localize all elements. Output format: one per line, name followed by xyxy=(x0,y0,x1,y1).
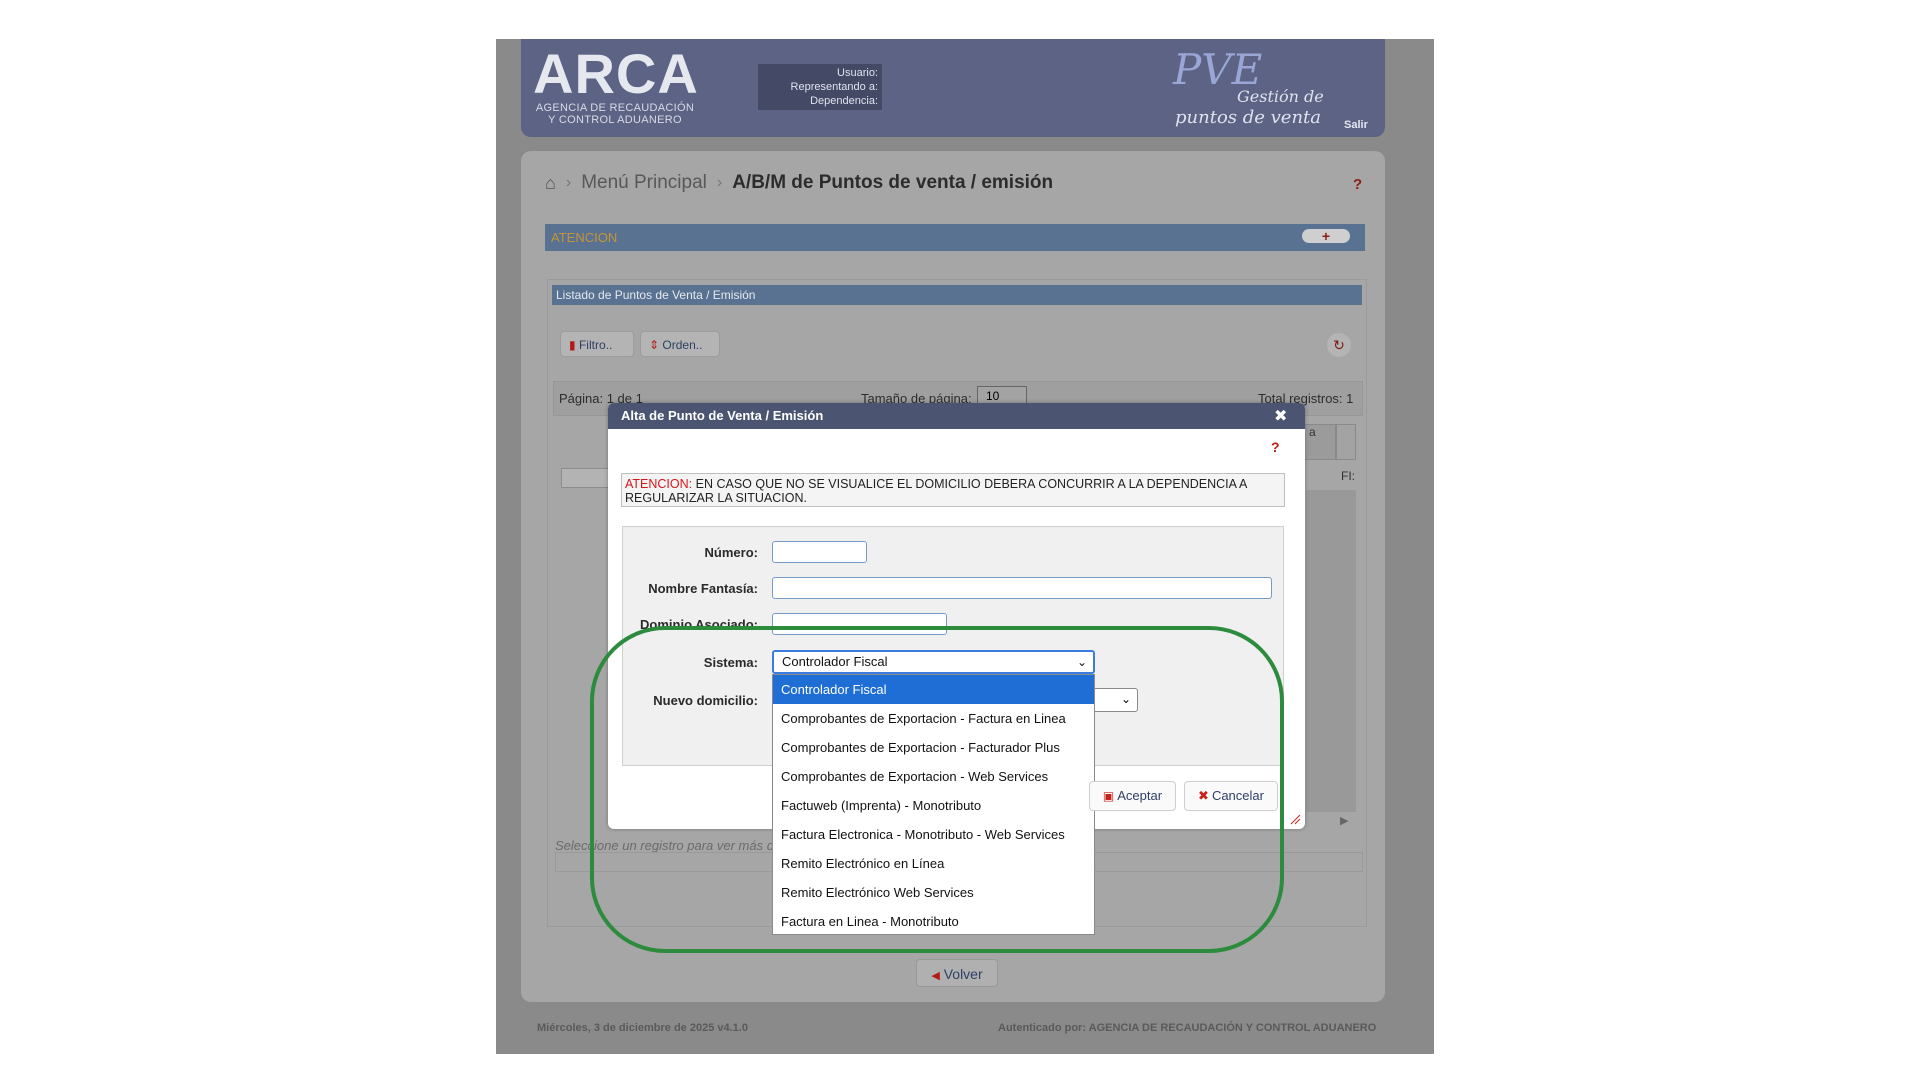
pve-tagline-2: puntos de venta xyxy=(1175,107,1322,128)
pve-tagline-1: Gestión de xyxy=(1237,87,1324,106)
app-header: ARCA AGENCIA DE RECAUDACIÓN Y CONTROL AD… xyxy=(521,39,1385,137)
order-button-label: Orden.. xyxy=(662,338,703,352)
dependency-label: Dependencia: xyxy=(810,95,878,107)
arca-logo-subtitle: AGENCIA DE RECAUDACIÓN Y CONTROL ADUANER… xyxy=(535,102,695,126)
breadcrumb: ⌂ › Menú Principal › A/B/M de Puntos de … xyxy=(545,172,1053,194)
atencion-label: ATENCION xyxy=(551,230,618,245)
table-row-selector[interactable] xyxy=(561,468,609,488)
help-icon[interactable]: ? xyxy=(1353,176,1362,193)
numero-input[interactable] xyxy=(772,541,867,563)
grid-column-header[interactable] xyxy=(1336,424,1356,460)
table-cell: FI: xyxy=(1341,469,1355,483)
arca-logo-title: ARCA xyxy=(533,42,699,105)
numero-label: Número: xyxy=(704,545,758,560)
alert-message: ATENCION: EN CASO QUE NO SE VISUALICE EL… xyxy=(621,473,1285,507)
expand-toggle-button[interactable]: + xyxy=(1302,229,1350,243)
atencion-bar: ATENCION xyxy=(545,224,1365,251)
sort-icon: ⇕ xyxy=(649,338,660,352)
user-info-box: Usuario: Representando a: Dependencia: xyxy=(758,64,882,110)
breadcrumb-separator-icon: › xyxy=(716,174,723,191)
grid-body xyxy=(1306,490,1356,812)
highlight-annotation xyxy=(590,626,1284,953)
resize-handle-icon[interactable] xyxy=(1289,813,1301,825)
page-size-select[interactable]: 10 xyxy=(977,386,1027,404)
page-title: A/B/M de Puntos de venta / emisión xyxy=(732,172,1054,193)
breadcrumb-separator-icon: › xyxy=(565,174,572,191)
list-title: Listado de Puntos de Venta / Emisión xyxy=(552,285,1362,305)
order-button[interactable]: ⇕ Orden.. xyxy=(640,331,720,357)
user-label: Usuario: xyxy=(837,67,878,79)
filter-button[interactable]: ▮ Filtro.. xyxy=(560,331,634,357)
nombre-fantasia-input[interactable] xyxy=(772,577,1272,599)
breadcrumb-menu-link[interactable]: Menú Principal xyxy=(581,172,707,194)
logo-subtitle-line1: AGENCIA DE RECAUDACIÓN xyxy=(535,102,695,114)
grid-column-header[interactable]: a xyxy=(1302,424,1336,460)
back-button-label: Volver xyxy=(943,966,983,982)
footer-date-version: Miércoles, 3 de diciembre de 2025 v4.1.0 xyxy=(537,1022,748,1034)
modal-title: Alta de Punto de Venta / Emisión xyxy=(608,403,1305,429)
alert-prefix: ATENCION: xyxy=(625,477,693,491)
filter-icon: ▮ xyxy=(569,338,576,352)
chevron-left-icon: ◀ xyxy=(931,970,940,982)
representing-label: Representando a: xyxy=(790,81,878,93)
refresh-icon[interactable]: ↻ xyxy=(1327,333,1351,357)
footer-auth: Autenticado por: AGENCIA DE RECAUDACIÓN … xyxy=(998,1022,1377,1034)
logout-link[interactable]: Salir xyxy=(1344,119,1368,131)
back-button[interactable]: ◀ Volver xyxy=(916,959,998,987)
home-icon[interactable]: ⌂ xyxy=(545,173,556,194)
modal-help-icon[interactable]: ? xyxy=(1271,439,1280,455)
filter-button-label: Filtro.. xyxy=(578,338,613,352)
logo-subtitle-line2: Y CONTROL ADUANERO xyxy=(548,114,682,126)
close-icon[interactable]: ✖ xyxy=(1274,406,1287,426)
alert-text: EN CASO QUE NO SE VISUALICE EL DOMICILIO… xyxy=(625,477,1247,505)
scroll-right-icon[interactable]: ▶ xyxy=(1340,814,1348,827)
nombre-fantasia-label: Nombre Fantasía: xyxy=(648,581,758,596)
